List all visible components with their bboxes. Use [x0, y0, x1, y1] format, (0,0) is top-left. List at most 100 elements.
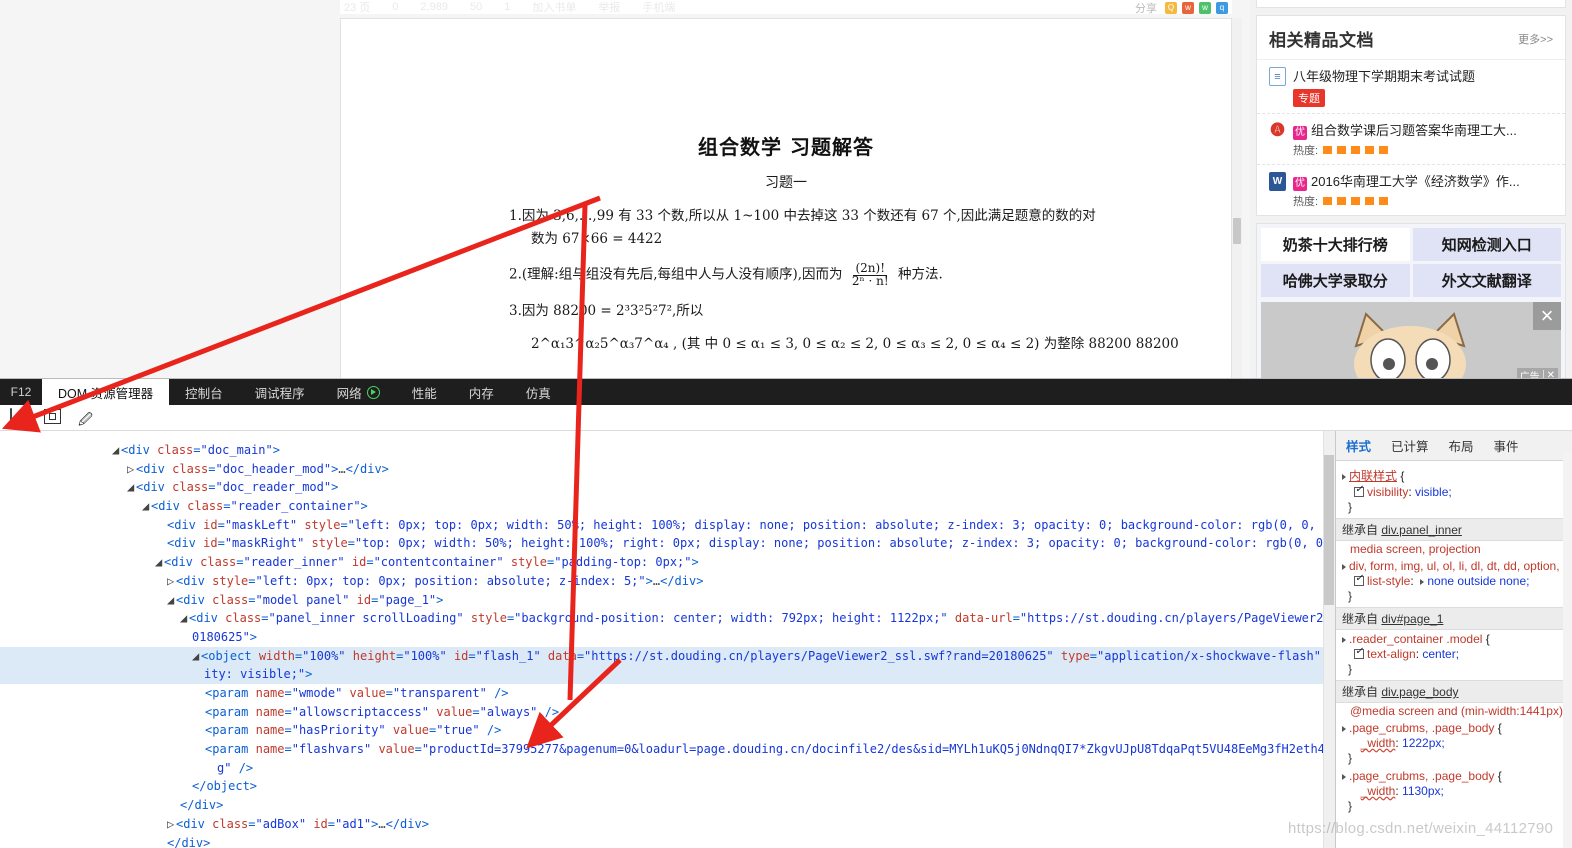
list-item[interactable]: ≡ 八年级物理下学期期末考试试题 专题: [1257, 60, 1565, 114]
toolbar-likes[interactable]: 0: [392, 1, 398, 13]
style-rule-width-1222[interactable]: .page_crubms, .page_body { _width: 1222p…: [1336, 719, 1572, 767]
list-item[interactable]: W 优 2016华南理工大学《经济数学》作... 热度:: [1257, 165, 1565, 215]
dom-node-panel-inner[interactable]: ◢ <div class="panel_inner scrollLoading" …: [0, 609, 1335, 646]
color-picker-icon[interactable]: 🖉: [78, 409, 98, 427]
style-decl[interactable]: _width: 1222px;: [1342, 735, 1566, 751]
dom-node-param-allowscriptaccess[interactable]: <param name="allowscriptaccess" value="a…: [0, 703, 1335, 722]
box-select-icon[interactable]: [44, 408, 64, 427]
pdf-file-icon: 🅐: [1269, 121, 1286, 140]
dom-node-maskright[interactable]: <div id="maskRight" style="top: 0px; wid…: [0, 534, 1335, 553]
record-icon[interactable]: [366, 385, 380, 399]
devtools-toolbar: 🖉: [0, 405, 1572, 431]
tab-computed[interactable]: 已计算: [1381, 431, 1439, 460]
inherit-source[interactable]: div.page_body: [1381, 685, 1458, 699]
dom-node-page-1[interactable]: ◢ <div class="model panel" id="page_1">: [0, 591, 1335, 610]
ad-link-1[interactable]: 奶茶十大排行榜: [1261, 228, 1410, 261]
style-value: center;: [1422, 647, 1460, 661]
tab-styles[interactable]: 样式: [1336, 431, 1381, 460]
styles-pane-scrollbar[interactable]: [1563, 453, 1572, 848]
style-prop: list-style: [1367, 574, 1411, 588]
style-rule-width-1130[interactable]: .page_crubms, .page_body { _width: 1130p…: [1336, 767, 1572, 815]
dom-tree-scrollbar-thumb[interactable]: [1324, 455, 1334, 605]
related-doc-row-3: W 优 2016华南理工大学《经济数学》作...: [1269, 172, 1553, 191]
dom-node-param-flashvars[interactable]: <param name="flashvars" value="productId…: [0, 740, 1335, 777]
dom-node-reader-container[interactable]: ◢ <div class="reader_container">: [0, 497, 1335, 516]
styles-tabbar: 样式 已计算 布局 事件: [1336, 431, 1572, 461]
tab-layout[interactable]: 布局: [1439, 431, 1484, 460]
inherit-source[interactable]: div#page_1: [1381, 612, 1443, 626]
tab-console[interactable]: 控制台: [169, 379, 239, 405]
doc-line-5-tail: 为整除 88200: [1043, 336, 1132, 352]
tab-memory[interactable]: 内存: [453, 379, 510, 405]
related-docs-more-link[interactable]: 更多>>: [1518, 31, 1553, 47]
dom-node-panel-inner-close[interactable]: </div>: [0, 796, 1335, 815]
hot-bar: [1351, 146, 1361, 154]
tab-events[interactable]: 事件: [1484, 431, 1529, 460]
tab-debugger[interactable]: 调试程序: [239, 379, 321, 405]
dom-node-adbox[interactable]: ▷ <div class="adBox" id="ad1">…</div>: [0, 815, 1335, 834]
qzone-icon[interactable]: Q: [1165, 2, 1177, 14]
dom-node-flash-object[interactable]: ◢ <object width="100%" height="100%" id="…: [0, 646, 1335, 684]
doc-line-3: 2.(理解:组与组没有先后,每组中人与人没有顺序),因而为 (2n)! 2ⁿ ·…: [509, 261, 1129, 288]
style-selector: .page_crubms, .page_body: [1349, 721, 1495, 735]
dom-node-doc-header-mod[interactable]: ▷ <div class="doc_header_mod">…</div>: [0, 460, 1335, 479]
dom-node-page-1-close[interactable]: </div>: [0, 834, 1335, 848]
toolbar-add-booklist[interactable]: 加入书单: [532, 0, 576, 14]
tab-dom-explorer[interactable]: DOM 资源管理器: [42, 379, 170, 405]
related-doc-title-3[interactable]: 优 2016华南理工大学《经济数学》作...: [1293, 172, 1520, 191]
dom-node-reader-inner[interactable]: ◢ <div class="reader_inner" id="contentco…: [0, 553, 1335, 572]
cat-illustration-icon: [1354, 312, 1466, 378]
tab-network[interactable]: 网络: [321, 379, 396, 405]
style-rule-close: }: [1348, 662, 1353, 676]
tab-performance-label: 性能: [411, 386, 437, 401]
style-decl[interactable]: list-style: none outside none;: [1342, 573, 1566, 589]
style-rule-liststyle-selector: div, form, img, ul, ol, li, dl, dt, dd, …: [1342, 559, 1566, 573]
element-select-icon[interactable]: [10, 407, 30, 427]
related-docs-title: 相关精品文档: [1269, 31, 1374, 50]
dom-node-doc-main[interactable]: ◢ <div class="doc_main">: [0, 441, 1335, 460]
style-decl[interactable]: _width: 1130px;: [1342, 783, 1566, 799]
list-item[interactable]: 🅐 优组合数学课后习题答案华南理工大... 热度:: [1257, 114, 1565, 165]
document-scrollbar-thumb[interactable]: [1233, 218, 1241, 244]
style-decl[interactable]: text-align: center;: [1342, 646, 1566, 662]
browser-page-area: 23 页 0 2,989 50 1 加入书单 举报 手机端 分享 Q w w q…: [0, 0, 1572, 378]
dom-node-maskleft[interactable]: <div id="maskLeft" style="left: 0px; top…: [0, 516, 1335, 535]
devtools-panel: F12 DOM 资源管理器 控制台 调试程序 网络 性能 内存 仿真 🖉 ◢ <…: [0, 378, 1572, 848]
related-doc-title-1[interactable]: 八年级物理下学期期末考试试题: [1293, 67, 1475, 86]
toolbar-comments[interactable]: 1: [504, 1, 510, 13]
dom-node-object-close[interactable]: </object>: [0, 777, 1335, 796]
ad-link-3[interactable]: 哈佛大学录取分: [1261, 264, 1410, 297]
dom-node-param-haspriority[interactable]: <param name="hasPriority" value="true" /…: [0, 721, 1335, 740]
sina-weibo-icon[interactable]: w: [1182, 2, 1194, 14]
sidebar-top-card: [1256, 0, 1566, 8]
ad-link-2[interactable]: 知网检测入口: [1412, 228, 1561, 261]
close-icon[interactable]: ×: [1533, 302, 1561, 330]
style-rule-textalign-selector: .reader_container .model {: [1342, 632, 1566, 646]
style-rule-textalign[interactable]: .reader_container .model { text-align: c…: [1336, 630, 1572, 678]
wechat-icon[interactable]: w: [1199, 2, 1211, 14]
toolbar-views[interactable]: 2,989: [420, 1, 448, 13]
dom-node-abs-layer[interactable]: ▷ <div style="left: 0px; top: 0px; positi…: [0, 572, 1335, 591]
toolbar-mobile[interactable]: 手机端: [642, 0, 675, 14]
tab-emulation[interactable]: 仿真: [510, 379, 567, 405]
dom-tree-pane[interactable]: ◢ <div class="doc_main"> ▷ <div class="doc…: [0, 431, 1335, 848]
dom-node-param-wmode[interactable]: <param name="wmode" value="transparent" …: [0, 684, 1335, 703]
toolbar-favorites[interactable]: 50: [470, 1, 482, 13]
style-rule-close: }: [1348, 589, 1353, 603]
dom-node-doc-reader-mod[interactable]: ◢ <div class="doc_reader_mod">: [0, 478, 1335, 497]
tab-performance[interactable]: 性能: [396, 379, 453, 405]
toolbar-report[interactable]: 举报: [598, 0, 620, 14]
ad-link-4[interactable]: 外文文献翻译: [1412, 264, 1561, 297]
dom-tree-scrollbar[interactable]: [1323, 431, 1335, 848]
style-rule-liststyle[interactable]: div, form, img, ul, ol, li, dl, dt, dd, …: [1336, 557, 1572, 605]
qq-icon[interactable]: q: [1216, 2, 1228, 14]
related-doc-title-2[interactable]: 优组合数学课后习题答案华南理工大...: [1293, 121, 1517, 140]
document-scrollbar[interactable]: [1232, 18, 1242, 378]
style-rule-inline[interactable]: 内联样式 { visibility: visible; }: [1336, 465, 1572, 516]
style-decl[interactable]: visibility: visible;: [1342, 484, 1566, 500]
toolbar-pages[interactable]: 23 页: [344, 0, 370, 14]
inherit-source[interactable]: div.panel_inner: [1381, 523, 1462, 537]
ad-banner-image[interactable]: × 广告 ✕: [1261, 302, 1561, 378]
ad-marker-close-icon[interactable]: ✕: [1542, 370, 1558, 378]
style-inherit-header-1: 继承自 div.panel_inner: [1336, 518, 1572, 541]
